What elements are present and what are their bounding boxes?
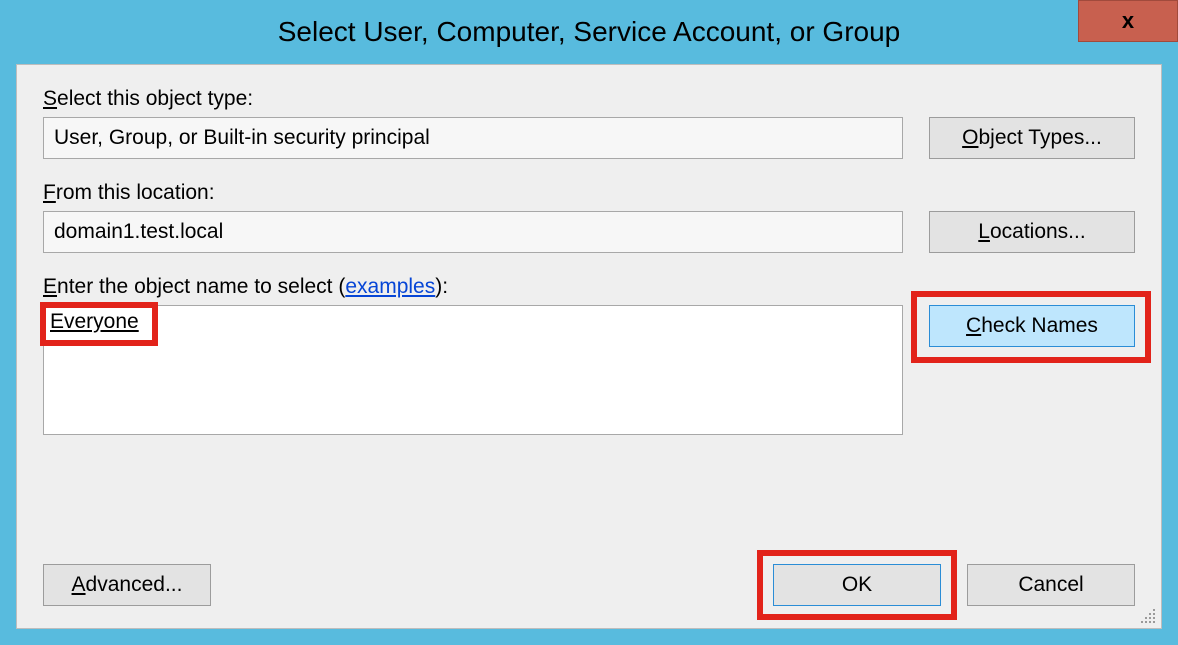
location-label: From this location: (43, 181, 1135, 205)
locations-button[interactable]: Locations... (929, 211, 1135, 253)
close-button[interactable]: x (1078, 0, 1178, 42)
button-label: dvanced... (86, 573, 183, 596)
location-value: domain1.test.local (54, 220, 223, 244)
button-label: ocations... (990, 220, 1086, 243)
object-name-input[interactable]: Everyone (43, 305, 903, 435)
object-types-button[interactable]: Object Types... (929, 117, 1135, 159)
cancel-button[interactable]: Cancel (967, 564, 1135, 606)
window-title: Select User, Computer, Service Account, … (278, 16, 901, 48)
label-text: ): (435, 275, 448, 298)
object-name-label: Enter the object name to select (example… (43, 275, 1135, 299)
resolved-object-name: Everyone (50, 310, 139, 334)
examples-link[interactable]: examples (345, 275, 435, 298)
mnemonic: C (966, 314, 981, 337)
button-label: Cancel (1018, 573, 1083, 597)
client-area: Select this object type: User, Group, or… (16, 64, 1162, 629)
resize-gripper-icon[interactable] (1139, 607, 1157, 625)
mnemonic: O (962, 126, 978, 149)
button-label: heck Names (981, 314, 1098, 337)
mnemonic: E (43, 275, 57, 298)
close-icon: x (1122, 8, 1134, 34)
mnemonic: S (43, 87, 57, 110)
location-field: domain1.test.local (43, 211, 903, 253)
mnemonic: A (72, 573, 86, 596)
footer-row: Advanced... OK Cancel (43, 564, 1135, 606)
mnemonic: L (978, 220, 990, 243)
label-text: elect this object type: (57, 87, 253, 110)
check-names-button[interactable]: Check Names (929, 305, 1135, 347)
label-text: nter the object name to select ( (57, 275, 345, 298)
button-label: bject Types... (978, 126, 1101, 149)
mnemonic: F (43, 181, 56, 204)
label-text: rom this location: (56, 181, 215, 204)
button-label: OK (842, 573, 872, 597)
object-type-label: Select this object type: (43, 87, 1135, 111)
object-type-field: User, Group, or Built-in security princi… (43, 117, 903, 159)
object-type-value: User, Group, or Built-in security princi… (54, 126, 430, 150)
dialog-window: Select User, Computer, Service Account, … (0, 0, 1178, 645)
ok-button[interactable]: OK (773, 564, 941, 606)
advanced-button[interactable]: Advanced... (43, 564, 211, 606)
titlebar: Select User, Computer, Service Account, … (0, 0, 1178, 64)
